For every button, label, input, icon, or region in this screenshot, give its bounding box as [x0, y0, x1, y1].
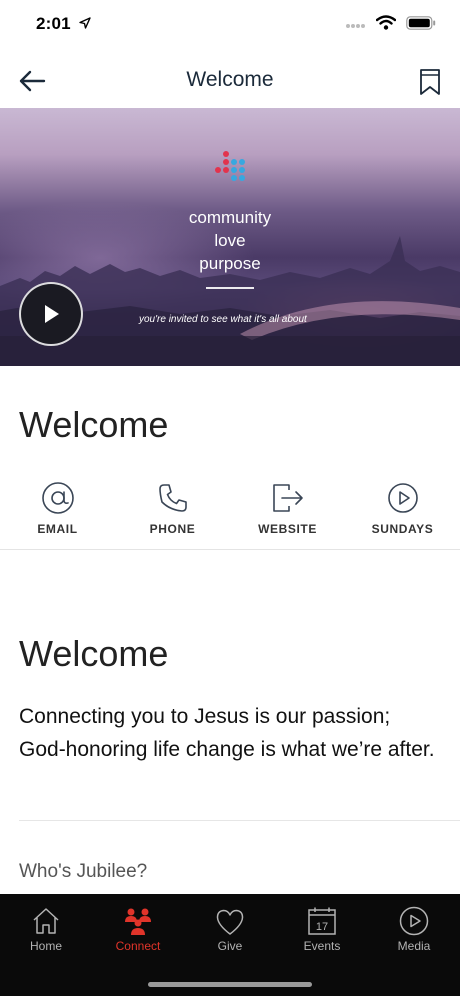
content-body: Connecting you to Jesus is our passion; …: [19, 705, 435, 761]
tab-connect-label: Connect: [115, 939, 161, 953]
tab-events-label: Events: [303, 939, 341, 953]
tab-events[interactable]: 17 Events: [276, 894, 368, 960]
tab-media-label: Media: [397, 939, 431, 953]
website-button[interactable]: WEBSITE: [230, 480, 345, 550]
action-bar: EMAIL PHONE WEBSITE SUNDAYS: [0, 480, 460, 550]
bookmark-button[interactable]: [416, 66, 444, 98]
content-subheading[interactable]: Who's Jubilee?: [19, 861, 147, 883]
hero-tagline: you're invited to see what it's all abou…: [139, 314, 307, 325]
bookmark-icon: [420, 69, 440, 95]
tab-home[interactable]: Home: [0, 894, 92, 960]
play-video-button[interactable]: [19, 282, 83, 346]
cellular-signal-icon: [346, 16, 366, 34]
calendar-icon: 17: [307, 894, 337, 936]
at-icon: [41, 480, 75, 516]
email-label: EMAIL: [37, 522, 78, 536]
people-icon: [122, 894, 154, 936]
play-circle-icon: [387, 480, 419, 516]
home-icon: [31, 894, 61, 936]
page-title: Welcome: [19, 404, 169, 445]
tab-home-label: Home: [29, 939, 62, 953]
church-logo-icon: [215, 151, 245, 181]
tab-media[interactable]: Media: [368, 894, 460, 960]
hero-divider: [206, 287, 254, 289]
status-time: 2:01: [36, 14, 71, 33]
wifi-icon: [375, 15, 397, 35]
tab-give[interactable]: Give: [184, 894, 276, 960]
heart-icon: [215, 894, 245, 936]
phone-label: PHONE: [149, 522, 196, 536]
tab-give-label: Give: [217, 939, 243, 953]
email-button[interactable]: EMAIL: [0, 480, 115, 550]
status-bar: 2:01: [0, 0, 460, 50]
hero-line-love: love: [214, 231, 246, 250]
hero-line-purpose: purpose: [199, 254, 261, 273]
nav-title: Welcome: [186, 68, 274, 91]
location-arrow-icon: [79, 16, 91, 34]
home-indicator[interactable]: [148, 982, 312, 987]
phone-icon: [157, 480, 189, 516]
nav-bar: Welcome: [0, 50, 460, 110]
tab-bar: Home Connect Give 17 Events Media: [0, 894, 460, 996]
website-label: WEBSITE: [258, 522, 317, 536]
divider: [0, 549, 460, 550]
hero-video[interactable]: community love purpose you're invited to…: [0, 108, 460, 366]
play-icon: [45, 305, 59, 323]
battery-icon: [406, 15, 436, 35]
external-link-icon: [271, 480, 305, 516]
calendar-day: 17: [316, 921, 328, 933]
content-divider: [19, 820, 460, 821]
phone-button[interactable]: PHONE: [115, 480, 230, 550]
play-circle-icon: [399, 894, 429, 936]
hero-line-community: community: [188, 208, 272, 227]
sundays-button[interactable]: SUNDAYS: [345, 480, 460, 550]
tab-connect[interactable]: Connect: [92, 894, 184, 960]
sundays-label: SUNDAYS: [371, 522, 434, 536]
content-title: Welcome: [19, 633, 169, 674]
